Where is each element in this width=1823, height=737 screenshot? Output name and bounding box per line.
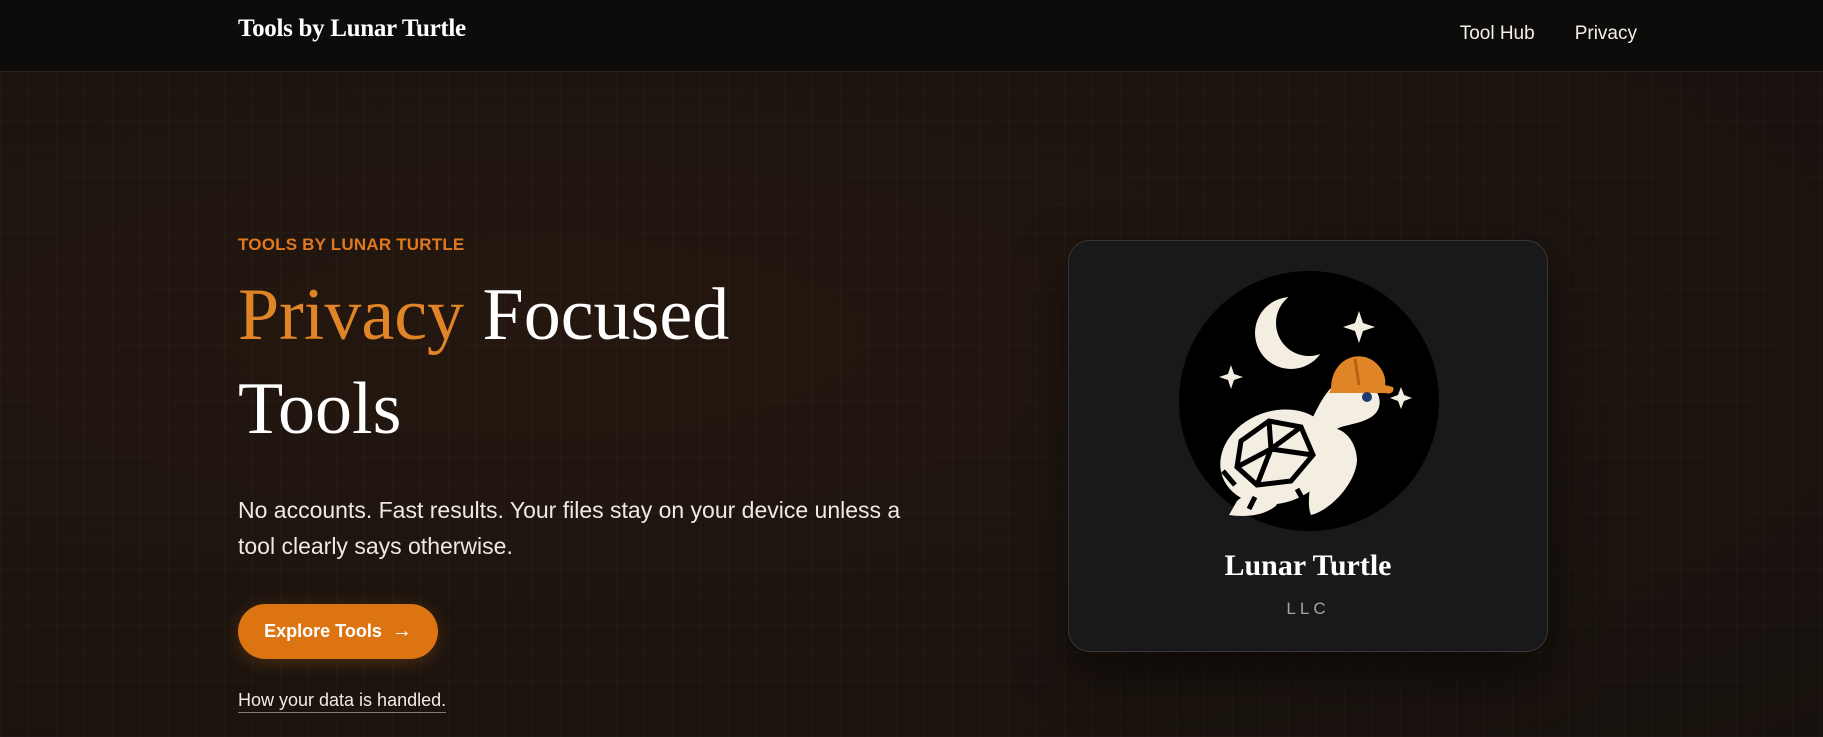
brand-logo-text[interactable]: Tools by Lunar Turtle [238,15,466,43]
hero-title-accent: Privacy [238,274,465,356]
card-company-suffix: LLC [1286,599,1330,618]
arrow-right-icon: → [391,620,412,642]
nav-privacy[interactable]: Privacy [1575,23,1637,45]
hero-title: Privacy Focused Tools [238,268,878,456]
hero-eyebrow: TOOLS BY LUNAR TURTLE [238,235,465,254]
explore-tools-label: Explore Tools [264,621,382,641]
site-header: Tools by Lunar Turtle Tool Hub Privacy [0,0,1823,72]
main-nav: Tool Hub Privacy [1460,23,1637,45]
nav-tool-hub[interactable]: Tool Hub [1460,23,1535,45]
explore-tools-button[interactable]: Explore Tools → [238,604,438,659]
turtle-moon-logo-icon [1179,271,1439,531]
hero-lede: No accounts. Fast results. Your files st… [238,497,901,559]
data-handling-link[interactable]: How your data is handled. [238,690,447,713]
card-company-name: Lunar Turtle [1224,549,1392,582]
brand-card: Lunar Turtle LLC [1068,240,1548,652]
